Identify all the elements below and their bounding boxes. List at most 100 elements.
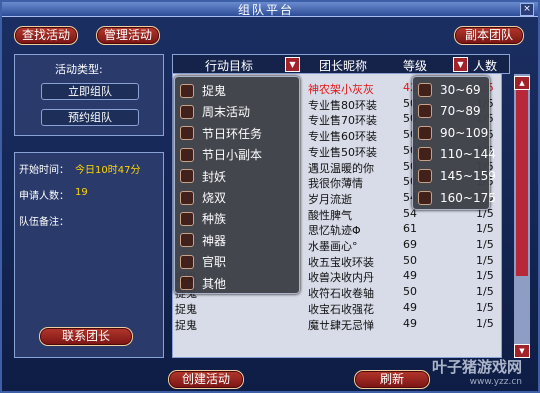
close-button[interactable]: × bbox=[520, 3, 534, 16]
checkbox-icon[interactable] bbox=[418, 168, 432, 183]
level-option[interactable]: 90~109 bbox=[418, 122, 488, 143]
row-leader: 收五宝收环装 bbox=[308, 255, 374, 269]
row-activity: 捉鬼 bbox=[175, 318, 197, 332]
header-activity: 行动目标 bbox=[205, 59, 254, 73]
activity-option[interactable]: 周末活动 bbox=[180, 101, 250, 122]
start-time-value: 今日10时47分 bbox=[75, 165, 141, 176]
row-leader: 水墨画心° bbox=[308, 240, 358, 253]
checkbox-icon[interactable] bbox=[418, 104, 432, 119]
activity-option-label: 官职 bbox=[202, 255, 227, 270]
row-level: 49 bbox=[403, 316, 417, 330]
activity-option[interactable]: 节日环任务 bbox=[180, 123, 262, 144]
team-info-panel: 开始时间： 今日10时47分 申请人数： 19 队伍备注： 联系团长 bbox=[14, 152, 164, 358]
activity-option-label: 节日小副本 bbox=[202, 148, 263, 163]
activity-option[interactable]: 官职 bbox=[180, 251, 226, 272]
reserve-team-button[interactable]: 预约组队 bbox=[41, 109, 139, 126]
level-option[interactable]: 30~69 bbox=[418, 79, 481, 100]
activity-option[interactable]: 节日小副本 bbox=[180, 144, 262, 165]
row-count: 1/5 bbox=[476, 238, 494, 251]
row-leader: 酸性脾气 bbox=[308, 208, 352, 222]
create-activity-button[interactable]: 创建活动 bbox=[168, 370, 244, 389]
activity-option-label: 封妖 bbox=[202, 169, 227, 184]
row-level: 50 bbox=[403, 253, 417, 267]
checkbox-icon[interactable] bbox=[180, 190, 194, 205]
team-note-label: 队伍备注： bbox=[19, 217, 69, 228]
list-header: 行动目标 ▼ 团长昵称 等级 ▼ 人数 bbox=[172, 54, 510, 74]
checkbox-icon[interactable] bbox=[180, 169, 194, 184]
row-leader: 神农架小灰灰 bbox=[308, 83, 374, 96]
checkbox-icon[interactable] bbox=[180, 104, 194, 119]
checkbox-icon[interactable] bbox=[418, 125, 432, 140]
scrollbar-thumb[interactable] bbox=[516, 90, 528, 276]
refresh-button[interactable]: 刷新 bbox=[354, 370, 430, 389]
watermark-url: www.yzz.cn bbox=[469, 377, 522, 387]
checkbox-icon[interactable] bbox=[180, 276, 194, 291]
level-option[interactable]: 145~159 bbox=[418, 165, 496, 186]
activity-option-label: 捉鬼 bbox=[202, 84, 227, 98]
activity-option[interactable]: 种族 bbox=[180, 208, 226, 229]
level-option-label: 30~69 bbox=[440, 82, 481, 97]
level-option-label: 110~144 bbox=[440, 147, 496, 162]
header-level: 等级 bbox=[403, 59, 428, 73]
checkbox-icon[interactable] bbox=[180, 147, 194, 162]
row-leader: 专业售70环装 bbox=[308, 114, 377, 128]
row-activity: 捉鬼 bbox=[175, 302, 197, 316]
activity-option[interactable]: 其他 bbox=[180, 273, 226, 294]
checkbox-icon[interactable] bbox=[180, 126, 194, 141]
activity-type-label: 活动类型: bbox=[55, 63, 103, 76]
row-level: 49 bbox=[403, 300, 417, 314]
level-option-label: 90~109 bbox=[440, 125, 489, 140]
level-filter-dropdown-icon[interactable]: ▼ bbox=[453, 57, 468, 72]
row-leader: 专业售50环装 bbox=[308, 145, 377, 159]
activity-option[interactable]: 神器 bbox=[180, 230, 226, 251]
find-activity-button[interactable]: 查找活动 bbox=[14, 26, 78, 45]
row-level: 61 bbox=[403, 222, 417, 236]
activity-option[interactable]: 封妖 bbox=[180, 166, 226, 187]
row-count: 1/5 bbox=[476, 222, 494, 236]
level-option[interactable]: 70~89 bbox=[418, 101, 481, 122]
row-level: 49 bbox=[403, 269, 417, 283]
level-option-label: 145~159 bbox=[440, 168, 496, 183]
level-option[interactable]: 110~144 bbox=[418, 144, 496, 165]
instant-team-button[interactable]: 立即组队 bbox=[41, 83, 139, 100]
checkbox-icon[interactable] bbox=[180, 83, 194, 98]
table-row[interactable]: 捉鬼 收宝石收强花 49 1/5 bbox=[173, 300, 501, 316]
row-count: 1/5 bbox=[476, 253, 494, 267]
activity-option-label: 节日环任务 bbox=[202, 126, 263, 141]
level-option[interactable]: 160~175 bbox=[418, 187, 496, 208]
table-row[interactable]: 捉鬼 魔ㄝ肆无忌惮 49 1/5 bbox=[173, 316, 501, 332]
checkbox-icon[interactable] bbox=[418, 190, 432, 205]
checkbox-icon[interactable] bbox=[180, 254, 194, 269]
row-count: 1/5 bbox=[476, 316, 494, 330]
row-leader: 专业售60环装 bbox=[308, 130, 377, 144]
activity-type-panel: 活动类型: 立即组队 预约组队 bbox=[14, 54, 164, 136]
contact-leader-button[interactable]: 联系团长 bbox=[39, 327, 133, 346]
row-count: 1/5 bbox=[476, 300, 494, 314]
checkbox-icon[interactable] bbox=[180, 211, 194, 226]
row-leader: 思忆轨迹Φ bbox=[308, 224, 361, 238]
title-bar[interactable]: 组队平台 × bbox=[2, 2, 538, 17]
activity-option-label: 其他 bbox=[202, 276, 227, 291]
scroll-up-icon[interactable]: ▲ bbox=[514, 76, 530, 90]
level-filter-dropdown: 30~69 70~89 90~109 110~144 145~159 160~175 bbox=[412, 76, 496, 210]
header-leader: 团长昵称 bbox=[319, 59, 368, 73]
activity-option[interactable]: 捉鬼 bbox=[180, 80, 226, 101]
header-count: 人数 bbox=[473, 59, 498, 73]
activity-option-label: 烧双 bbox=[202, 191, 227, 205]
activity-filter-dropdown-icon[interactable]: ▼ bbox=[285, 57, 300, 72]
checkbox-icon[interactable] bbox=[418, 147, 432, 162]
manage-activity-button[interactable]: 管理活动 bbox=[96, 26, 160, 45]
applicants-label: 申请人数： bbox=[19, 191, 69, 202]
row-leader: 收宝石收强花 bbox=[308, 302, 374, 316]
applicants-value: 19 bbox=[75, 187, 88, 198]
watermark-brand: 叶子猪游戏网 bbox=[431, 358, 522, 376]
row-leader: 专业售80环装 bbox=[308, 98, 377, 112]
activity-option[interactable]: 烧双 bbox=[180, 187, 226, 208]
activity-option-label: 神器 bbox=[202, 233, 227, 248]
checkbox-icon[interactable] bbox=[180, 233, 194, 248]
row-leader: 收兽决收内丹 bbox=[308, 271, 374, 285]
checkbox-icon[interactable] bbox=[418, 82, 432, 97]
row-leader: 遇见温暖的你 bbox=[308, 161, 374, 175]
start-time-label: 开始时间： bbox=[19, 165, 69, 176]
dungeon-team-button[interactable]: 副本团队 bbox=[454, 26, 524, 45]
